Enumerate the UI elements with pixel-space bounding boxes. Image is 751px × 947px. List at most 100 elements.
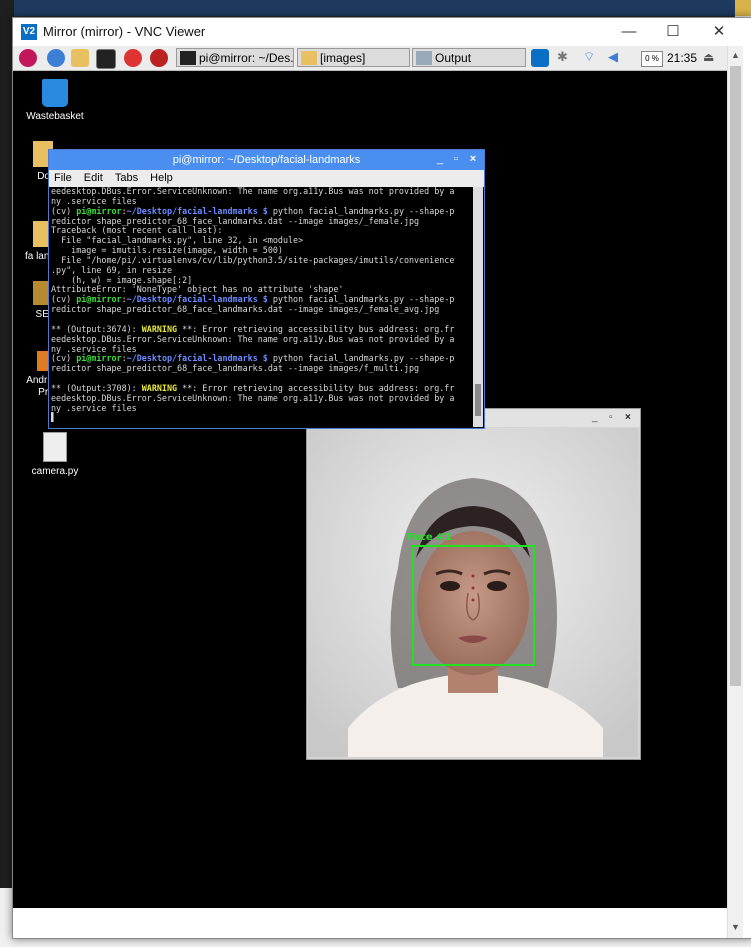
terminal-text: File "facial_landmarks.py", line 32, in … [51,235,304,246]
task-label: pi@mirror: ~/Des... [199,51,294,65]
desktop-icon-label: camera.py [31,466,79,477]
minimize-button[interactable]: — [607,20,651,44]
scrollbar-thumb[interactable] [475,384,481,416]
raspberry-menu-icon[interactable] [19,49,37,67]
menu-help[interactable]: Help [150,172,173,184]
terminal-text: AttributeError: 'NoneType' object has no… [51,284,344,295]
terminal-text: python facial_landmarks.py --shape-p [267,294,455,305]
mathematica-icon[interactable] [124,49,142,67]
terminal-text: (cv) [51,205,77,216]
maximize-button[interactable]: ▫ [609,409,613,427]
terminal-text: python facial_landmarks.py --shape-p [267,205,455,216]
terminal-text: ny .service files [51,343,137,354]
remote-desktop[interactable]: pi@mirror: ~/Des... [images] Output ✱ ⌔ … [13,46,727,908]
menu-file[interactable]: File [54,172,72,184]
terminal-text: pi@mirror [76,353,122,364]
task-terminal[interactable]: pi@mirror: ~/Des... [176,48,294,67]
window-title: Mirror (mirror) - VNC Viewer [43,24,206,39]
terminal-text: ▌ [51,412,57,423]
terminal-window: pi@mirror: ~/Desktop/facial-landmarks _ … [48,149,485,429]
terminal-menubar: File Edit Tabs Help [49,170,484,187]
maximize-button[interactable]: ▫ [449,152,463,166]
terminal-launcher-icon[interactable] [96,49,116,69]
terminal-line: ▌ [51,412,473,423]
file-icon [43,432,67,462]
output-image: Face #1 [308,428,638,757]
terminal-text: **: Error retrieving accessibility bus a… [177,382,455,393]
eject-icon[interactable]: ⏏ [703,50,714,64]
close-button[interactable]: ✕ [697,20,741,44]
terminal-text: .py", line 69, in resize [51,264,173,275]
close-button[interactable]: × [625,409,631,427]
terminal-titlebar[interactable]: pi@mirror: ~/Desktop/facial-landmarks _ … [49,150,484,170]
face-bounding-box [412,545,535,666]
task-label: Output [435,51,472,65]
vnc-tray-icon[interactable] [531,49,549,67]
scroll-down-icon[interactable]: ▼ [730,922,741,932]
terminal-text: ** (Output:3674): [51,323,142,334]
wolfram-icon[interactable] [150,49,168,67]
close-button[interactable]: × [466,152,480,166]
face-label: Face #1 [407,532,452,543]
scrollbar-thumb[interactable] [730,66,741,686]
terminal-text: ~/Desktop/facial-landmarks $ [126,205,268,216]
terminal-text: redictor shape_predictor_68_face_landmar… [51,215,420,226]
terminal-output[interactable]: eedesktop.DBus.Error.ServiceUnknown: The… [51,187,473,425]
menu-edit[interactable]: Edit [84,172,103,184]
terminal-text: ** (Output:3708): [51,382,142,393]
desktop-icon-wastebasket[interactable]: Wastebasket [20,79,90,123]
terminal-text: pi@mirror [76,294,122,305]
terminal-text: redictor shape_predictor_68_face_landmar… [51,304,440,315]
cpu-monitor: 0 % [641,51,663,67]
terminal-text: pi@mirror [76,205,122,216]
task-output[interactable]: Output [412,48,526,67]
terminal-text: eedesktop.DBus.Error.ServiceUnknown: The… [51,392,455,403]
terminal-text: **: Error retrieving accessibility bus a… [177,323,455,334]
terminal-line: redictor shape_predictor_68_face_landmar… [51,304,473,315]
terminal-text: (h, w) = image.shape[:2] [51,274,193,285]
terminal-text: File "/home/pi/.virtualenvs/cv/lib/pytho… [51,254,455,265]
terminal-text: eedesktop.DBus.Error.ServiceUnknown: The… [51,333,455,344]
host-folder-icon [735,0,751,16]
minimize-button[interactable]: _ [592,409,598,427]
terminal-text: (cv) [51,353,77,364]
browser-icon[interactable] [47,49,65,67]
terminal-text: ~/Desktop/facial-landmarks $ [126,353,268,364]
host-window-strip [0,0,751,16]
terminal-text: WARNING [141,382,178,393]
terminal-title: pi@mirror: ~/Desktop/facial-landmarks [172,154,361,166]
bluetooth-icon[interactable]: ✱ [557,49,568,65]
wifi-icon[interactable]: ⌔ [583,49,595,65]
trash-icon [42,79,68,107]
output-window: ut _ ▫ × [306,408,641,760]
window-task-icon [416,51,432,65]
vnc-scrollbar[interactable]: ▲ ▼ [727,46,743,938]
terminal-task-icon [180,51,196,65]
terminal-text: Traceback (most recent call last): [51,225,223,236]
file-manager-icon[interactable] [71,49,89,67]
terminal-scrollbar[interactable] [473,187,483,427]
vnc-logo-icon: V2 [21,24,37,40]
terminal-text: ~/Desktop/facial-landmarks $ [126,294,268,305]
volume-icon[interactable]: ◀ [608,49,618,65]
terminal-text: ny .service files [51,402,137,413]
desktop-icon-camera-py[interactable]: camera.py [20,432,90,478]
pi-taskbar: pi@mirror: ~/Des... [images] Output ✱ ⌔ … [13,46,727,71]
minimize-button[interactable]: _ [433,152,447,166]
terminal-text: WARNING [141,323,178,334]
terminal-text: ny .service files [51,195,137,206]
task-images[interactable]: [images] [297,48,410,67]
terminal-text: python facial_landmarks.py --shape-p [267,353,455,364]
maximize-button[interactable]: ☐ [651,20,695,44]
terminal-line: ny .service files [51,402,473,414]
terminal-text: redictor shape_predictor_68_face_landmar… [51,363,420,374]
menu-tabs[interactable]: Tabs [115,172,138,184]
scroll-up-icon[interactable]: ▲ [730,50,741,60]
task-label: [images] [320,51,366,65]
terminal-text: eedesktop.DBus.Error.ServiceUnknown: The… [51,187,455,196]
vnc-titlebar[interactable]: V2 Mirror (mirror) - VNC Viewer — ☐ ✕ [13,18,751,46]
terminal-text: (cv) [51,294,77,305]
folder-task-icon [301,51,317,65]
